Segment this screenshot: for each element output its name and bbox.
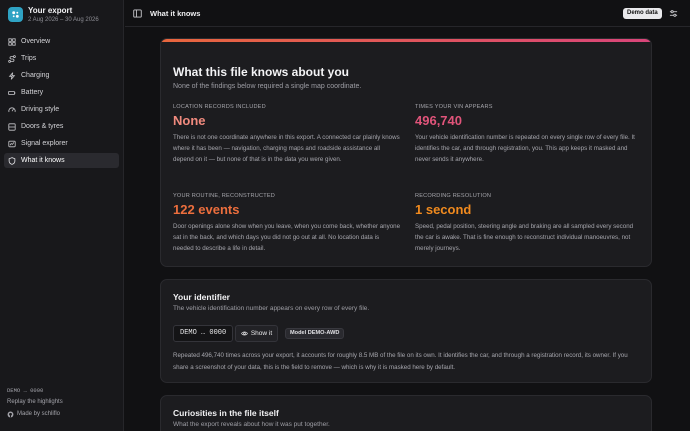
sidebar-item-signal-explorer[interactable]: Signal explorer: [4, 136, 119, 151]
sidebar-vin: DEMO … 0000: [7, 387, 44, 394]
sidebar-item-label: Overview: [21, 38, 51, 45]
gauge-icon: [8, 106, 16, 112]
model-badge: Model DEMO-AWD: [285, 328, 345, 339]
sidebar-item-label: Charging: [21, 72, 50, 79]
grid-icon: [8, 37, 16, 46]
sidebar-item-driving-style[interactable]: Driving style: [4, 102, 119, 117]
knows-card: What this file knows about you None of t…: [160, 38, 652, 267]
fact-value: 1 second: [415, 202, 472, 217]
sidebar-item-label: Doors & tyres: [21, 123, 64, 130]
knows-card-title: What this file knows about you: [173, 65, 350, 79]
fact-value: 496,740: [415, 113, 462, 128]
sidebar-toggle-icon[interactable]: [133, 9, 142, 18]
fact-location-records: LOCATION RECORDS INCLUDED None There is …: [173, 104, 401, 165]
sidebar: Your export 2 Aug 2026 – 30 Aug 2026 Ove…: [0, 0, 124, 431]
knows-card-subtitle: None of the findings below required a si…: [173, 83, 362, 90]
fact-value: None: [173, 113, 206, 128]
made-by-link[interactable]: Made by schliflo: [7, 408, 119, 420]
identifier-card: Your identifier The vehicle identificati…: [160, 279, 652, 383]
fact-label: RECORDING RESOLUTION: [415, 193, 492, 199]
fact-label: YOUR ROUTINE, RECONSTRUCTED: [173, 193, 276, 199]
sidebar-item-label: Signal explorer: [21, 140, 68, 147]
battery-icon: [8, 90, 16, 95]
show-vin-button[interactable]: Show it: [235, 325, 278, 342]
fact-label: TIMES YOUR VIN APPEARS: [415, 104, 493, 110]
sidebar-item-what-it-knows[interactable]: What it knows: [4, 153, 119, 168]
brand[interactable]: Your export 2 Aug 2026 – 30 Aug 2026: [8, 6, 99, 25]
fact-value: 122 events: [173, 202, 240, 217]
sidebar-item-label: Trips: [21, 55, 37, 62]
brand-title: Your export: [28, 6, 73, 15]
curiosities-card-subtitle: What the export reveals about how it was…: [173, 421, 330, 428]
sidebar-nav: Overview Trips Charging Battery Driving …: [4, 34, 119, 170]
curiosities-card: Curiosities in the file itself What the …: [160, 395, 652, 431]
fact-description: Your vehicle identification number is re…: [415, 134, 635, 163]
sidebar-item-doors-tyres[interactable]: Doors & tyres: [4, 119, 119, 134]
github-icon: [7, 411, 14, 417]
accent-bar: [161, 39, 651, 42]
fact-recording-resolution: RECORDING RESOLUTION 1 second Speed, ped…: [415, 193, 643, 254]
sidebar-item-label: Battery: [21, 89, 44, 96]
replay-highlights-link[interactable]: Replay the highlights: [7, 396, 119, 408]
identifier-card-body: Repeated 496,740 times across your expor…: [173, 352, 628, 371]
fact-description: Speed, pedal position, steering angle an…: [415, 223, 634, 252]
identifier-card-subtitle: The vehicle identification number appear…: [173, 305, 370, 312]
fact-description: There is not one coordinate anywhere in …: [173, 134, 400, 163]
app-logo-icon: [8, 7, 23, 22]
demo-data-badge: Demo data: [623, 8, 662, 19]
eye-icon: [240, 331, 248, 336]
fact-description: Door openings alone show when you leave,…: [173, 223, 401, 252]
sidebar-item-charging[interactable]: Charging: [4, 68, 119, 83]
door-icon: [8, 122, 16, 131]
sidebar-footer: DEMO … 0000 Replay the highlights Made b…: [7, 386, 119, 420]
fact-routine-reconstructed: YOUR ROUTINE, RECONSTRUCTED 122 events D…: [173, 193, 401, 254]
fact-vin-appearances: TIMES YOUR VIN APPEARS 496,740 Your vehi…: [415, 104, 643, 165]
sidebar-item-label: Driving style: [21, 106, 60, 113]
sidebar-item-battery[interactable]: Battery: [4, 85, 119, 100]
route-icon: [8, 54, 16, 63]
curiosities-card-title: Curiosities in the file itself: [173, 408, 279, 418]
identifier-card-title: Your identifier: [173, 292, 230, 302]
brand-date-range: 2 Aug 2026 – 30 Aug 2026: [28, 17, 99, 23]
signal-icon: [8, 140, 16, 147]
fact-label: LOCATION RECORDS INCLUDED: [173, 104, 266, 110]
sliders-icon[interactable]: [669, 9, 678, 18]
sidebar-item-trips[interactable]: Trips: [4, 51, 119, 66]
topbar: What it knows Demo data: [125, 0, 690, 27]
masked-vin: DEMO … 0000: [173, 325, 234, 342]
sidebar-item-label: What it knows: [21, 157, 65, 164]
bolt-icon: [8, 71, 16, 80]
page-title: What it knows: [150, 9, 201, 18]
shield-icon: [8, 156, 16, 165]
sidebar-item-overview[interactable]: Overview: [4, 34, 119, 49]
made-by-label: Made by schliflo: [17, 411, 61, 417]
show-vin-label: Show it: [250, 330, 273, 337]
